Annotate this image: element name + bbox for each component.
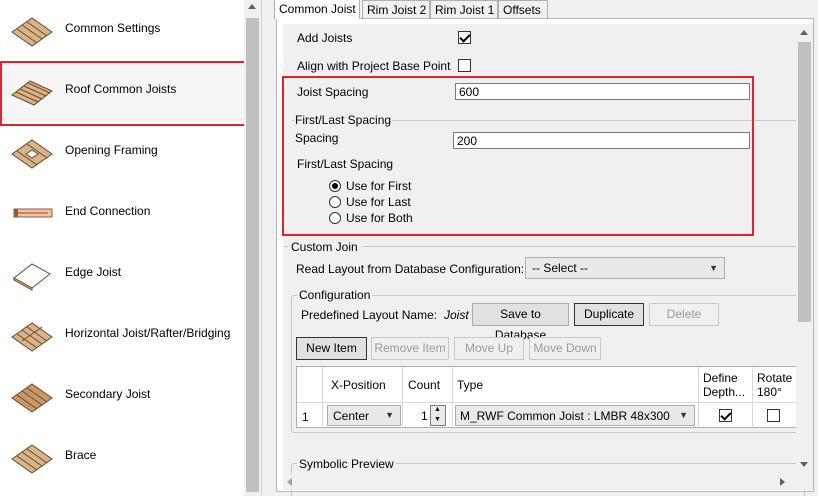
chevron-down-icon: ▼ xyxy=(679,410,688,420)
chevron-down-icon: ▼ xyxy=(385,410,394,420)
tab-offsets[interactable]: Offsets xyxy=(498,0,548,19)
delete-button[interactable]: Delete xyxy=(649,303,719,326)
right-scrollbar-thumb[interactable] xyxy=(798,42,811,322)
nav-item-label: Opening Framing xyxy=(65,143,158,157)
move-up-button[interactable]: Move Up xyxy=(454,337,524,360)
nav-item-label: Brace xyxy=(65,448,97,462)
type-select-value: M_RWF Common Joist : LMBR 48x300 xyxy=(460,409,670,423)
nav-item-label: Edge Joist xyxy=(65,265,122,279)
nav-item-opening-framing[interactable]: Opening Framing xyxy=(0,122,244,183)
grid-header-define-depth[interactable]: Define Depth... xyxy=(699,367,753,403)
configuration-title: Configuration xyxy=(297,288,373,302)
stepper-down-icon[interactable]: ▼ xyxy=(434,416,441,423)
grid-cell-define-depth[interactable] xyxy=(699,403,753,429)
predefined-layout-value: Joist xyxy=(444,308,469,322)
database-config-select[interactable]: -- Select -- ▼ xyxy=(525,257,725,279)
left-scrollbar-thumb[interactable] xyxy=(246,18,259,492)
nav-item-secondary-joist[interactable]: Secondary Joist xyxy=(0,366,244,427)
custom-join-line-right xyxy=(361,246,796,247)
horizontal-scrollbar[interactable] xyxy=(283,474,796,490)
nav-item-label: Roof Common Joists xyxy=(65,82,177,96)
duplicate-button[interactable]: Duplicate xyxy=(574,303,644,326)
stepper-up-icon[interactable]: ▲ xyxy=(434,406,441,413)
grid-row-number: 1 xyxy=(297,403,323,429)
brace-icon xyxy=(8,439,56,475)
grid-header-count[interactable]: Count xyxy=(403,367,453,403)
grid-header-x-position[interactable]: X-Position xyxy=(323,367,403,403)
grid-cell-x-position[interactable]: Center ▼ xyxy=(323,403,403,429)
align-base-point-label: Align with Project Base Point xyxy=(297,59,451,73)
nav-item-roof-common-joists[interactable]: Roof Common Joists xyxy=(0,61,248,126)
grid-cell-count[interactable]: 1 ▲ ▼ xyxy=(403,403,453,429)
count-value: 1 xyxy=(421,409,428,423)
custom-join-line-left xyxy=(284,246,288,247)
align-base-point-checkbox[interactable] xyxy=(458,59,471,72)
new-item-button[interactable]: New Item xyxy=(296,337,367,360)
scroll-left-arrow-icon[interactable] xyxy=(287,478,292,486)
nav-item-label: Horizontal Joist/Rafter/Bridging xyxy=(65,326,231,340)
add-joists-checkbox[interactable] xyxy=(458,31,471,44)
scroll-down-arrow-icon[interactable] xyxy=(800,462,808,467)
add-joists-label: Add Joists xyxy=(297,31,353,45)
horizontal-joist-icon xyxy=(8,317,56,353)
tab-common-joist[interactable]: Common Joist xyxy=(274,0,360,19)
highlight-box xyxy=(282,76,754,236)
scroll-up-arrow-icon[interactable] xyxy=(248,4,256,9)
move-down-button[interactable]: Move Down xyxy=(529,337,601,360)
secondary-joist-icon xyxy=(8,378,56,414)
x-position-select[interactable]: Center ▼ xyxy=(327,405,401,426)
roof-joist-icon xyxy=(8,73,56,109)
count-stepper[interactable]: ▲ ▼ xyxy=(430,405,446,426)
joist-grid-icon xyxy=(8,12,56,48)
nav-item-brace[interactable]: Brace xyxy=(0,427,244,488)
nav-item-label: Common Settings xyxy=(65,21,161,35)
grid-corner xyxy=(297,367,323,403)
edge-joist-icon xyxy=(8,256,56,292)
scroll-up-arrow-icon[interactable] xyxy=(800,30,808,35)
tab-rim-joist-1[interactable]: Rim Joist 1 xyxy=(430,0,498,19)
nav-item-horizontal-joist-rafter-bridging[interactable]: Horizontal Joist/Rafter/Bridging xyxy=(0,305,244,366)
type-select[interactable]: M_RWF Common Joist : LMBR 48x300 ▼ xyxy=(455,405,695,426)
nav-item-label: Secondary Joist xyxy=(65,387,151,401)
opening-framing-icon xyxy=(8,134,56,170)
define-depth-checkbox[interactable] xyxy=(719,409,732,422)
scroll-right-arrow-icon[interactable] xyxy=(780,478,785,486)
symbolic-preview-title: Symbolic Preview xyxy=(297,457,396,471)
x-position-select-value: Center xyxy=(333,409,370,423)
left-nav-panel: Common Settings Roof Common Joists Opening… xyxy=(0,0,262,496)
database-config-select-value: -- Select -- xyxy=(532,261,589,275)
predefined-layout-label: Predefined Layout Name: xyxy=(301,308,438,322)
left-scrollbar[interactable] xyxy=(244,0,261,496)
remove-item-button[interactable]: Remove Item xyxy=(371,337,449,360)
grid-header-type[interactable]: Type xyxy=(453,367,699,403)
rotate-checkbox[interactable] xyxy=(767,409,780,422)
chevron-down-icon: ▼ xyxy=(709,263,718,273)
end-connection-icon xyxy=(8,195,56,231)
nav-item-edge-joist[interactable]: Edge Joist xyxy=(0,244,244,305)
custom-join-title: Custom Join xyxy=(291,240,358,254)
nav-item-common-settings[interactable]: Common Settings xyxy=(0,0,244,61)
nav-item-label: End Connection xyxy=(65,204,151,218)
grid-cell-type[interactable]: M_RWF Common Joist : LMBR 48x300 ▼ xyxy=(453,403,699,429)
save-to-database-button[interactable]: Save to Database xyxy=(472,303,569,342)
tab-rim-joist-2[interactable]: Rim Joist 2 xyxy=(362,0,430,19)
right-scrollbar[interactable] xyxy=(796,24,813,490)
layout-grid: X-Position Count Type Define Depth... Ro… xyxy=(296,366,803,429)
read-layout-label: Read Layout from Database Configuration: xyxy=(296,262,525,276)
nav-item-end-connection[interactable]: End Connection xyxy=(0,183,244,244)
